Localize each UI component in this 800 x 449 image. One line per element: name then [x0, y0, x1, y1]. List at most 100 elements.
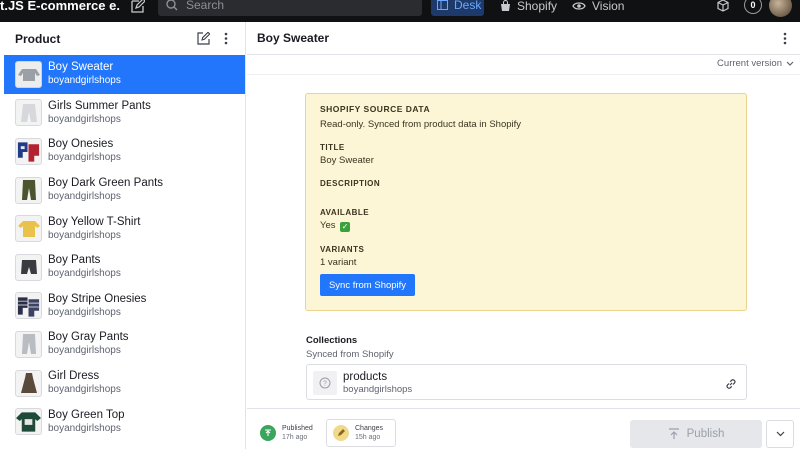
- eye-icon: [572, 2, 586, 10]
- list-item[interactable]: Boy Gray Pants boyandgirlshops: [4, 325, 245, 364]
- product-thumbnail: [15, 60, 42, 88]
- changes-status[interactable]: Changes 15h ago: [326, 419, 396, 447]
- variants-label: VARIANTS: [320, 245, 365, 254]
- item-subtitle: boyandgirlshops: [48, 113, 121, 125]
- product-thumbnail: [15, 292, 42, 320]
- collections-field: Collections Synced from Shopify: [306, 335, 394, 360]
- tool-vision[interactable]: Vision: [572, 0, 624, 14]
- item-subtitle: boyandgirlshops: [48, 268, 121, 280]
- product-thumbnail: [15, 176, 42, 204]
- item-title: Girls Summer Pants: [48, 99, 151, 112]
- item-subtitle: boyandgirlshops: [48, 152, 121, 164]
- more-menu-icon[interactable]: [224, 32, 228, 48]
- top-bar: t.JS E-commerce e... Search Desk Shopify…: [0, 0, 800, 22]
- search-input[interactable]: Search: [158, 0, 422, 16]
- create-document-icon[interactable]: [197, 31, 211, 48]
- product-thumbnail: [15, 369, 42, 397]
- available-row: Yes ✓: [320, 220, 732, 232]
- list-item[interactable]: Boy Stripe Onesies boyandgirlshops: [4, 287, 245, 326]
- item-title: Boy Yellow T-Shirt: [48, 215, 141, 228]
- variants-value: 1 variant: [320, 257, 357, 268]
- published-time: 17h ago: [282, 434, 308, 441]
- item-title: Girl Dress: [48, 370, 100, 383]
- page-title: Boy Sweater: [257, 31, 330, 45]
- desk-icon: [437, 0, 448, 10]
- published-status[interactable]: Published 17h ago: [255, 419, 313, 447]
- item-subtitle: boyandgirlshops: [48, 191, 121, 203]
- avatar[interactable]: [769, 0, 792, 17]
- version-label: Current version: [717, 58, 782, 69]
- notification-count[interactable]: 0: [744, 0, 762, 14]
- sidebar-header: Product: [0, 22, 245, 55]
- source-note: Read-only. Synced from product data in S…: [320, 119, 522, 130]
- tool-desk-label: Desk: [454, 0, 482, 12]
- product-thumbnail: [15, 330, 42, 358]
- publish-icon: [260, 425, 276, 441]
- version-row: Current version: [247, 55, 800, 75]
- list-item[interactable]: Boy Yellow T-Shirt boyandgirlshops: [4, 209, 245, 248]
- search-placeholder: Search: [186, 0, 225, 12]
- package-icon[interactable]: [717, 0, 729, 17]
- item-subtitle: boyandgirlshops: [48, 75, 121, 87]
- publish-button[interactable]: Publish: [630, 420, 762, 448]
- item-title: Boy Dark Green Pants: [48, 177, 164, 190]
- list-item[interactable]: Boy Sweater boyandgirlshops: [4, 55, 245, 94]
- tool-shopify[interactable]: Shopify: [500, 0, 557, 14]
- sync-from-shopify-button[interactable]: Sync from Shopify: [320, 274, 415, 296]
- title-label: TITLE: [320, 143, 345, 152]
- title-value: Boy Sweater: [320, 155, 374, 166]
- collections-title: Collections: [306, 335, 358, 346]
- item-title: Boy Gray Pants: [48, 331, 129, 344]
- published-label: Published: [282, 425, 313, 432]
- item-subtitle: boyandgirlshops: [48, 306, 121, 318]
- available-value: Yes: [320, 220, 336, 231]
- publish-button-label: Publish: [686, 428, 725, 440]
- collection-reference[interactable]: ? products boyandgirlshops: [306, 364, 747, 400]
- chevron-down-icon: [786, 61, 794, 66]
- tool-shopify-label: Shopify: [517, 0, 558, 13]
- sidebar-title: Product: [15, 31, 61, 46]
- changes-label: Changes: [355, 425, 384, 432]
- product-thumbnail: [15, 137, 42, 165]
- divider: [247, 74, 800, 75]
- product-thumbnail: [15, 99, 42, 127]
- item-title: Boy Stripe Onesies: [48, 292, 147, 305]
- document-pane: Boy Sweater Current version SHOPIFY SOUR…: [247, 22, 800, 449]
- app-title[interactable]: t.JS E-commerce e...: [0, 0, 120, 22]
- more-menu-icon[interactable]: [783, 32, 787, 48]
- sidebar: Product Boy Sweater boyandgirlshops Girls…: [0, 22, 246, 449]
- product-thumbnail: [15, 215, 42, 243]
- reference-title: products: [343, 371, 388, 383]
- document-footer: Published 17h ago Changes 15h ago Publish: [247, 408, 800, 449]
- tool-desk[interactable]: Desk: [431, 0, 484, 16]
- list-item[interactable]: Boy Pants boyandgirlshops: [4, 248, 245, 287]
- item-subtitle: boyandgirlshops: [48, 422, 121, 434]
- edit-icon: [333, 425, 349, 441]
- list-item[interactable]: Boy Onesies boyandgirlshops: [4, 132, 245, 171]
- document-header: Boy Sweater: [247, 22, 800, 55]
- link-icon[interactable]: [725, 377, 737, 395]
- list-item[interactable]: Boy Green Top boyandgirlshops: [4, 402, 245, 441]
- shopify-bag-icon: [501, 0, 510, 11]
- available-label: AVAILABLE: [320, 208, 370, 217]
- question-icon: ?: [313, 371, 337, 395]
- shopify-source-card: SHOPIFY SOURCE DATA Read-only. Synced fr…: [305, 93, 747, 311]
- publish-menu-button[interactable]: [766, 420, 794, 448]
- version-selector[interactable]: Current version: [717, 58, 794, 69]
- search-icon: [166, 0, 178, 11]
- list-item[interactable]: Girl Dress boyandgirlshops: [4, 364, 245, 403]
- item-title: Boy Onesies: [48, 138, 114, 151]
- item-subtitle: boyandgirlshops: [48, 345, 121, 357]
- svg-text:?: ?: [323, 381, 327, 388]
- item-subtitle: boyandgirlshops: [48, 384, 121, 396]
- changes-time: 15h ago: [355, 434, 381, 441]
- list-item[interactable]: Boy Dark Green Pants boyandgirlshops: [4, 171, 245, 210]
- list-item[interactable]: Girls Summer Pants boyandgirlshops: [4, 94, 245, 133]
- compose-icon[interactable]: [131, 0, 146, 13]
- product-list: Boy Sweater boyandgirlshops Girls Summer …: [4, 55, 245, 441]
- product-thumbnail: [15, 253, 42, 281]
- source-heading: SHOPIFY SOURCE DATA: [320, 104, 431, 114]
- collections-subtitle: Synced from Shopify: [306, 349, 394, 360]
- publish-icon: [668, 428, 679, 439]
- tool-vision-label: Vision: [592, 0, 625, 13]
